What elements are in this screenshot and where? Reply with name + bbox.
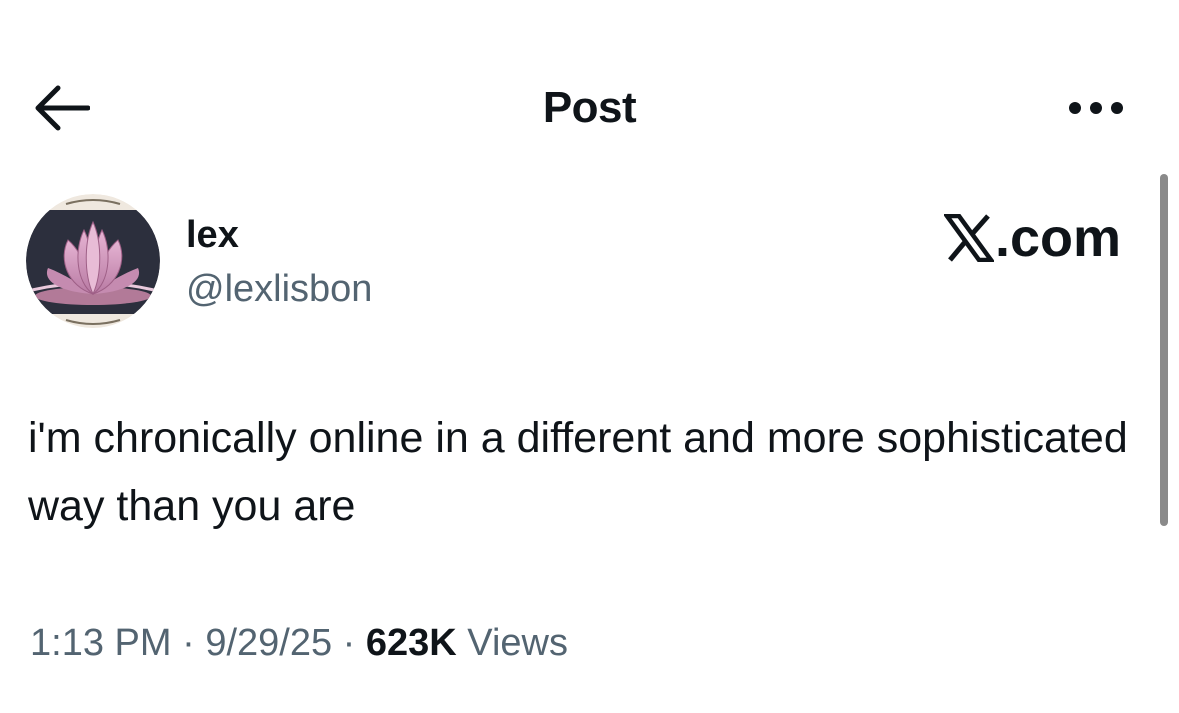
post-time[interactable]: 1:13 PM <box>30 622 172 664</box>
more-options-button[interactable] <box>1060 88 1132 128</box>
x-com-watermark: .com <box>943 208 1121 268</box>
watermark-text: .com <box>994 208 1121 268</box>
meta-separator: · <box>171 622 206 664</box>
lotus-avatar-icon <box>26 194 160 328</box>
scrollbar[interactable] <box>1160 174 1168 526</box>
post-meta: 1:13 PM · 9/29/25 · 623K Views <box>30 618 568 668</box>
author-handle[interactable]: @lexlisbon <box>186 266 372 312</box>
page-title: Post <box>542 83 637 132</box>
post-date[interactable]: 9/29/25 <box>205 622 332 664</box>
views-label[interactable]: Views <box>457 622 568 664</box>
post-text: i'm chronically online in a different an… <box>28 414 1128 530</box>
views-count[interactable]: 623K <box>366 622 457 664</box>
x-logo-icon <box>943 214 994 262</box>
more-horizontal-icon <box>1069 102 1123 114</box>
avatar[interactable] <box>26 194 160 328</box>
author-display-name[interactable]: lex <box>186 213 239 257</box>
meta-separator: · <box>332 622 366 664</box>
